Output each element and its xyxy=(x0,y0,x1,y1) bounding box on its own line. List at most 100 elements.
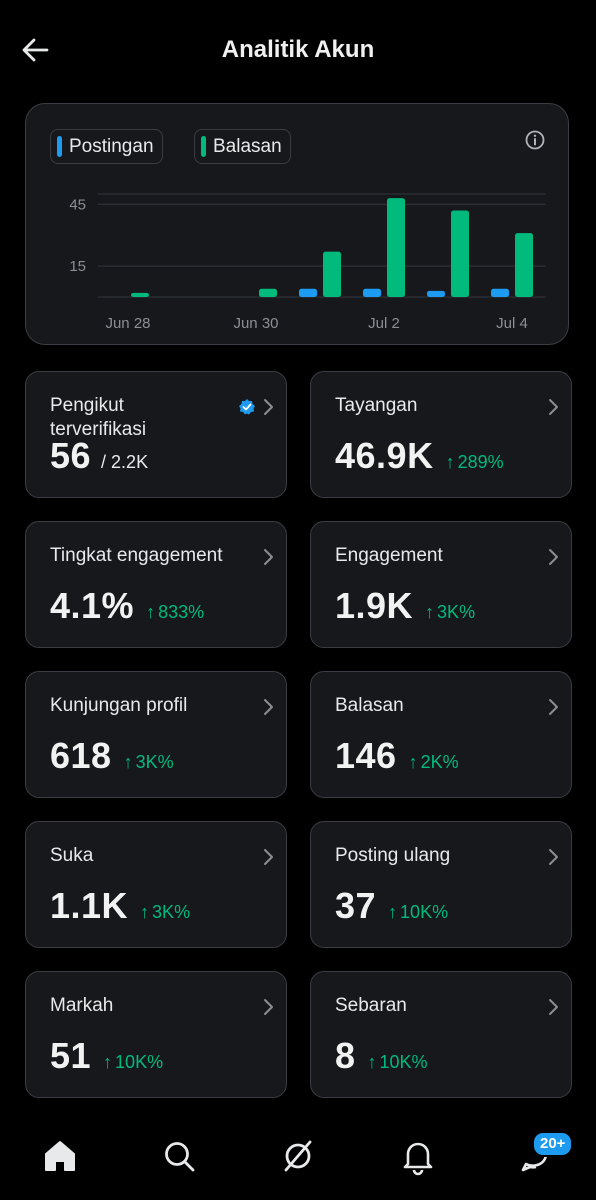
x-tick-label: Jul 4 xyxy=(496,315,528,332)
card-value: 1.9K xyxy=(335,585,414,626)
y-tick-label: 15 xyxy=(69,258,86,275)
chevron-right-icon xyxy=(264,549,273,565)
card-change: ↑ 10K% xyxy=(388,902,448,923)
card-profile-visits[interactable]: Kunjungan profil 618 ↑ 3K% xyxy=(25,671,287,798)
y-tick-label: 45 xyxy=(69,196,86,213)
card-change-value: 3K% xyxy=(152,902,191,922)
card-change: ↑ 289% xyxy=(446,452,504,473)
grok-icon[interactable] xyxy=(276,1134,320,1178)
search-icon[interactable] xyxy=(157,1134,201,1178)
card-impressions[interactable]: Tayangan 46.9K ↑ 289% xyxy=(310,371,572,498)
bar-postingan[interactable] xyxy=(299,288,317,297)
card-change-value: 289% xyxy=(457,452,504,472)
bar-balasan[interactable] xyxy=(515,233,533,297)
card-value-row: 51 ↑ 10K% xyxy=(50,1035,163,1077)
card-likes[interactable]: Suka 1.1K ↑ 3K% xyxy=(25,821,287,948)
bar-postingan[interactable] xyxy=(427,290,445,297)
chevron-right-icon xyxy=(549,999,558,1015)
bar-chart: 15 45 Jun 28 Jun 30 Jul 2 Jul 4 xyxy=(69,193,546,332)
card-bookmarks[interactable]: Markah 51 ↑ 10K% xyxy=(25,971,287,1098)
card-value-row: 146 ↑ 2K% xyxy=(335,735,459,777)
card-label: Balasan xyxy=(335,695,404,716)
card-label: Markah xyxy=(50,995,114,1016)
card-change: ↑ 2K% xyxy=(409,752,459,773)
bar-postingan[interactable] xyxy=(491,288,509,297)
card-value: 51 xyxy=(50,1035,92,1076)
bar-balasan[interactable] xyxy=(387,198,405,297)
verified-badge-icon xyxy=(239,399,255,415)
bar-postingan[interactable] xyxy=(363,288,381,297)
card-value-row: 1.1K ↑ 3K% xyxy=(50,885,190,927)
messages-badge: 20+ xyxy=(532,1131,574,1157)
chevron-right-icon xyxy=(264,399,273,415)
page-title: Analitik Akun xyxy=(221,36,375,63)
card-value: 1.1K xyxy=(50,885,129,926)
x-tick-label: Jul 2 xyxy=(368,315,400,332)
card-value-row: 56 / 2.2K xyxy=(50,435,148,477)
card-label: Tayangan xyxy=(335,395,418,416)
chevron-right-icon xyxy=(549,849,558,865)
card-change-value: 3K% xyxy=(437,602,476,622)
card-value-row: 37 ↑ 10K% xyxy=(335,885,448,927)
chevron-right-icon xyxy=(264,849,273,865)
notifications-bell-icon[interactable] xyxy=(396,1134,440,1178)
card-verified-followers[interactable]: Pengikut terverifikasi 56/ 2.2K xyxy=(25,371,287,498)
card-label: Engagement xyxy=(335,545,443,566)
arrow-up-icon: ↑ xyxy=(103,1052,113,1072)
header: Analitik Akun xyxy=(0,0,596,100)
card-value-row: 618 ↑ 3K% xyxy=(50,735,174,777)
card-change: ↑ 3K% xyxy=(425,602,475,623)
card-value-row: 1.9K ↑ 3K% xyxy=(335,585,475,627)
card-change-value: 833% xyxy=(158,602,205,622)
card-value: 37 xyxy=(335,885,377,926)
card-value-row: 46.9K ↑ 289% xyxy=(335,435,504,477)
card-value: 8 xyxy=(335,1035,356,1076)
card-reposts[interactable]: Posting ulang 37 ↑ 10K% xyxy=(310,821,572,948)
chevron-right-icon xyxy=(549,699,558,715)
card-value: 146 xyxy=(335,735,397,776)
card-label: Sebaran xyxy=(335,995,407,1016)
bar-balasan[interactable] xyxy=(323,251,341,297)
card-engagements[interactable]: Engagement 1.9K ↑ 3K% xyxy=(310,521,572,648)
arrow-up-icon: ↑ xyxy=(425,602,435,622)
card-value: 4.1% xyxy=(50,585,135,626)
arrow-up-icon: ↑ xyxy=(140,902,150,922)
card-label: Tingkat engagement xyxy=(50,545,223,566)
arrow-up-icon: ↑ xyxy=(367,1052,377,1072)
x-tick-label: Jun 30 xyxy=(233,315,278,332)
x-tick-label: Jun 28 xyxy=(105,315,150,332)
card-change: ↑ 10K% xyxy=(103,1052,163,1073)
card-value: 46.9K xyxy=(335,435,434,476)
card-change: ↑ 3K% xyxy=(124,752,174,773)
arrow-up-icon: ↑ xyxy=(445,452,455,472)
chart-card: Postingan Balasan 15 45 Jun 28 Jun 30 Jul 2J… xyxy=(25,103,569,345)
card-change: ↑ 3K% xyxy=(140,902,190,923)
arrow-up-icon: ↑ xyxy=(408,752,418,772)
card-change: ↑ 10K% xyxy=(368,1052,428,1073)
card-label: Suka xyxy=(50,845,94,866)
card-change-value: 2K% xyxy=(420,752,459,772)
card-change-value: 3K% xyxy=(135,752,174,772)
chevron-right-icon xyxy=(549,399,558,415)
card-value: 56 xyxy=(50,435,92,476)
card-change: ↑ 833% xyxy=(146,602,204,623)
card-shares[interactable]: Sebaran 8 ↑ 10K% xyxy=(310,971,572,1098)
arrow-up-icon: ↑ xyxy=(146,602,156,622)
card-engagement-rate[interactable]: Tingkat engagement 4.1% ↑ 833% xyxy=(25,521,287,648)
card-value-row: 4.1% ↑ 833% xyxy=(50,585,204,627)
bar-balasan[interactable] xyxy=(259,288,277,297)
bar-balasan[interactable] xyxy=(451,210,469,297)
arrow-up-icon: ↑ xyxy=(123,752,133,772)
chevron-right-icon xyxy=(549,549,558,565)
home-icon[interactable] xyxy=(38,1134,82,1178)
card-change-value: 10K% xyxy=(379,1052,428,1072)
card-label: Posting ulang xyxy=(335,845,451,866)
card-change-value: 10K% xyxy=(115,1052,164,1072)
card-label: Kunjungan profil xyxy=(50,695,188,716)
card-total: / 2.2K xyxy=(101,452,149,472)
chevron-right-icon xyxy=(264,699,273,715)
card-value-row: 8 ↑ 10K% xyxy=(335,1035,428,1077)
card-replies[interactable]: Balasan 146 ↑ 2K% xyxy=(310,671,572,798)
arrow-up-icon: ↑ xyxy=(388,902,398,922)
bar-balasan[interactable] xyxy=(131,292,149,297)
